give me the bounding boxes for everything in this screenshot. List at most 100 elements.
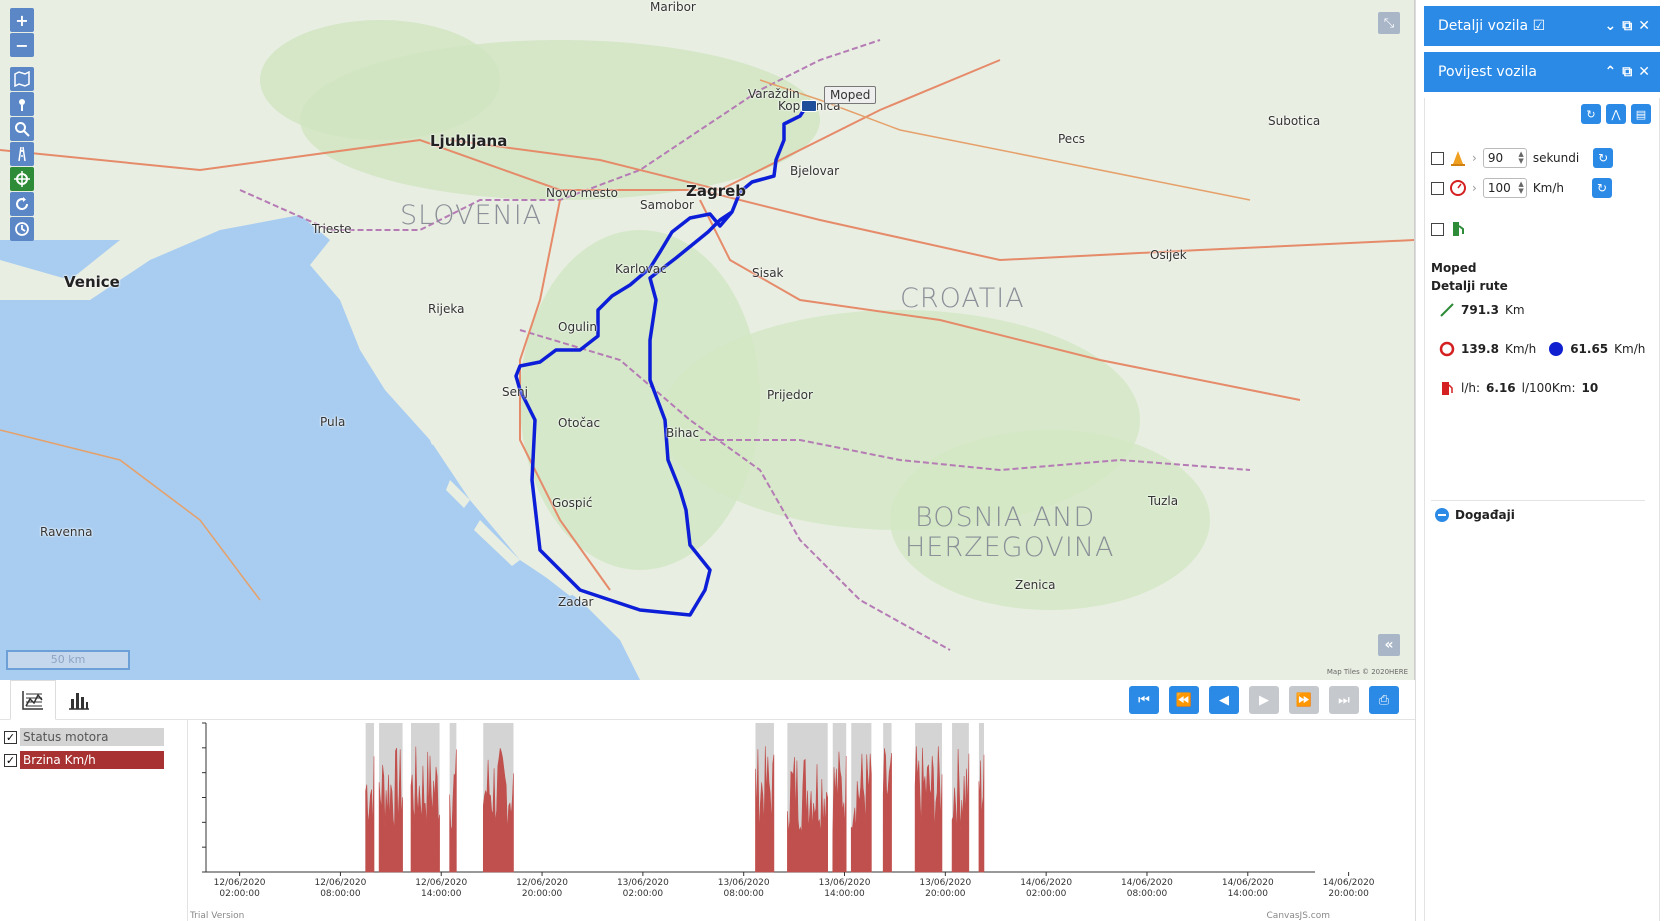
close-icon[interactable]: ✕ (1638, 18, 1650, 34)
tab-timeline-chart[interactable] (10, 680, 56, 720)
chart-x-tick-label: 13/06/2020 (718, 878, 770, 888)
fast-forward-icon: ⏩ (1295, 692, 1313, 708)
city-label: Zenica (1015, 578, 1056, 592)
rewind-icon: ⏪ (1175, 692, 1193, 708)
rewind-button[interactable]: ⏪ (1169, 686, 1199, 714)
legend-checkbox-speed[interactable]: ✓ (4, 753, 17, 767)
play-button[interactable]: ▶ (1249, 686, 1279, 714)
events-toggle[interactable]: Događaji (1435, 508, 1515, 522)
road-icon: ⋀ (1611, 107, 1621, 121)
vehicle-name: Moped (1431, 261, 1477, 275)
fuel-100-label: l/100Km: (1521, 381, 1576, 395)
tab-bar-chart[interactable] (56, 680, 102, 720)
legend-label-speed: Brzina Km/h (20, 751, 164, 769)
speed-limit-input[interactable]: 100 ▲ ▼ (1482, 178, 1527, 198)
city-label: Zadar (558, 595, 594, 609)
max-speed-icon (1439, 341, 1455, 357)
center-vehicle-button[interactable] (10, 167, 34, 191)
chevron-up-icon[interactable]: ⌃ (1605, 64, 1617, 80)
route-view-button[interactable]: ⋀ (1606, 104, 1626, 124)
city-label: Samobor (640, 198, 694, 212)
vehicle-history-header[interactable]: Povijest vozila ⌃ ⧉ ✕ (1424, 52, 1660, 92)
city-label: Gospić (552, 496, 593, 510)
vehicle-details-header[interactable]: Detalji vozila ☑ ⌄ ⧉ ✕ (1424, 6, 1660, 46)
city-label: Prijedor (767, 388, 813, 402)
fuel-filter-checkbox[interactable] (1431, 222, 1444, 236)
chart-x-tick-label: 14/06/2020 (1020, 878, 1072, 888)
city-label: Tuzla (1148, 494, 1179, 508)
city-label: Otočac (558, 416, 601, 430)
chart-x-tick-label: 13/06/2020 (819, 878, 871, 888)
distance-row: 791.3 Km (1439, 302, 1525, 318)
chart-x-tick-label: 14:00:00 (824, 889, 865, 899)
speed-engine-chart[interactable]: 12/06/202002:00:0012/06/202008:00:0012/0… (190, 720, 1415, 921)
search-icon (15, 122, 30, 137)
map-view[interactable]: SLOVENIA CROATIA BOSNIA AND HERZEGOVINA Zag… (0, 0, 1415, 680)
map-style-button[interactable] (10, 92, 34, 116)
zoom-in-button[interactable]: + (10, 8, 34, 32)
legend-item-speed[interactable]: ✓ Brzina Km/h (4, 751, 164, 769)
avg-speed-icon (1549, 342, 1564, 356)
double-chevron-left-icon: « (1384, 637, 1394, 653)
document-icon: ▤ (1635, 107, 1647, 121)
route-button[interactable] (10, 142, 34, 166)
chart-x-tick-label: 02:00:00 (623, 889, 664, 899)
print-button[interactable]: ⎙ (1369, 686, 1399, 714)
city-label: Ravenna (40, 525, 93, 539)
map-canvas[interactable] (0, 0, 1415, 680)
crosshair-icon (14, 171, 30, 187)
search-map-button[interactable] (10, 117, 34, 141)
fuel-lh-value: 6.16 (1486, 381, 1516, 395)
reload-history-button[interactable]: ↻ (1581, 104, 1601, 124)
chevron-down-icon[interactable]: ⌄ (1605, 18, 1617, 34)
distance-value: 791.3 (1461, 303, 1499, 317)
fuel-pump-icon (1453, 222, 1464, 236)
external-link-icon[interactable]: ⧉ (1622, 64, 1632, 80)
map-layers-button[interactable] (10, 67, 34, 91)
toggle-sidebar-button[interactable]: « (1378, 634, 1400, 656)
city-label: Maribor (650, 0, 696, 14)
stop-filter-checkbox[interactable] (1431, 151, 1444, 165)
chart-panel: ⏮ ⏪ ◀ ▶ ⏩ ⏭ ⎙ ✓ Status motora ✓ Brzina K… (0, 680, 1415, 921)
speedometer-icon (1450, 180, 1466, 196)
city-label: Subotica (1268, 114, 1321, 128)
collapse-map-button[interactable]: ⤡ (1378, 12, 1400, 34)
chart-x-tick-label: 14/06/2020 (1121, 878, 1173, 888)
step-back-button[interactable]: ◀ (1209, 686, 1239, 714)
fuel-filter-row (1431, 220, 1466, 238)
zoom-out-button[interactable]: − (10, 33, 34, 57)
legend-item-engine-status[interactable]: ✓ Status motora (4, 728, 164, 746)
history-button[interactable] (10, 217, 34, 241)
chart-x-tick-label: 13/06/2020 (919, 878, 971, 888)
timeline-chart-icon (22, 691, 43, 710)
stop-filter-refresh-button[interactable]: ↻ (1593, 148, 1614, 168)
report-button[interactable]: ▤ (1631, 104, 1651, 124)
chart-x-tick-label: 12/06/2020 (314, 878, 366, 888)
external-link-icon[interactable]: ⧉ (1622, 18, 1632, 34)
refresh-map-button[interactable] (10, 192, 34, 216)
chart-x-tick-label: 08:00:00 (723, 889, 764, 899)
jump-to-end-button[interactable]: ⏭ (1329, 686, 1359, 714)
chart-x-tick-label: 08:00:00 (1127, 889, 1168, 899)
refresh-icon: ↻ (1597, 181, 1608, 195)
chart-x-tick-label: 20:00:00 (925, 889, 966, 899)
playback-controls: ⏮ ⏪ ◀ ▶ ⏩ ⏭ ⎙ (1129, 686, 1399, 714)
close-icon[interactable]: ✕ (1638, 64, 1650, 80)
skip-back-icon: ⏮ (1138, 692, 1150, 708)
chart-x-tick-label: 12/06/2020 (415, 878, 467, 888)
events-label: Događaji (1455, 508, 1515, 522)
avg-speed-value: 61.65 (1570, 342, 1609, 356)
route-details-title: Detalji rute (1431, 279, 1508, 293)
city-label: Sisak (752, 266, 784, 280)
speed-filter-row: › 100 ▲ ▼ Km/h ↻ (1431, 178, 1613, 198)
vehicle-history-body: ↻ ⋀ ▤ › 90 ▲ ▼ sekundi ↻ › 100 ▲ ▼ Km/h … (1424, 98, 1660, 921)
jump-to-start-button[interactable]: ⏮ (1129, 686, 1159, 714)
fast-forward-button[interactable]: ⏩ (1289, 686, 1319, 714)
city-label: Novo mesto (546, 186, 618, 200)
stop-duration-input[interactable]: 90 ▲ ▼ (1482, 148, 1527, 168)
speed-filter-refresh-button[interactable]: ↻ (1592, 178, 1613, 198)
legend-checkbox-engine-status[interactable]: ✓ (4, 730, 17, 744)
vehicle-marker[interactable] (801, 100, 817, 112)
country-label: HERZEGOVINA (905, 532, 1115, 563)
speed-filter-checkbox[interactable] (1431, 181, 1444, 195)
